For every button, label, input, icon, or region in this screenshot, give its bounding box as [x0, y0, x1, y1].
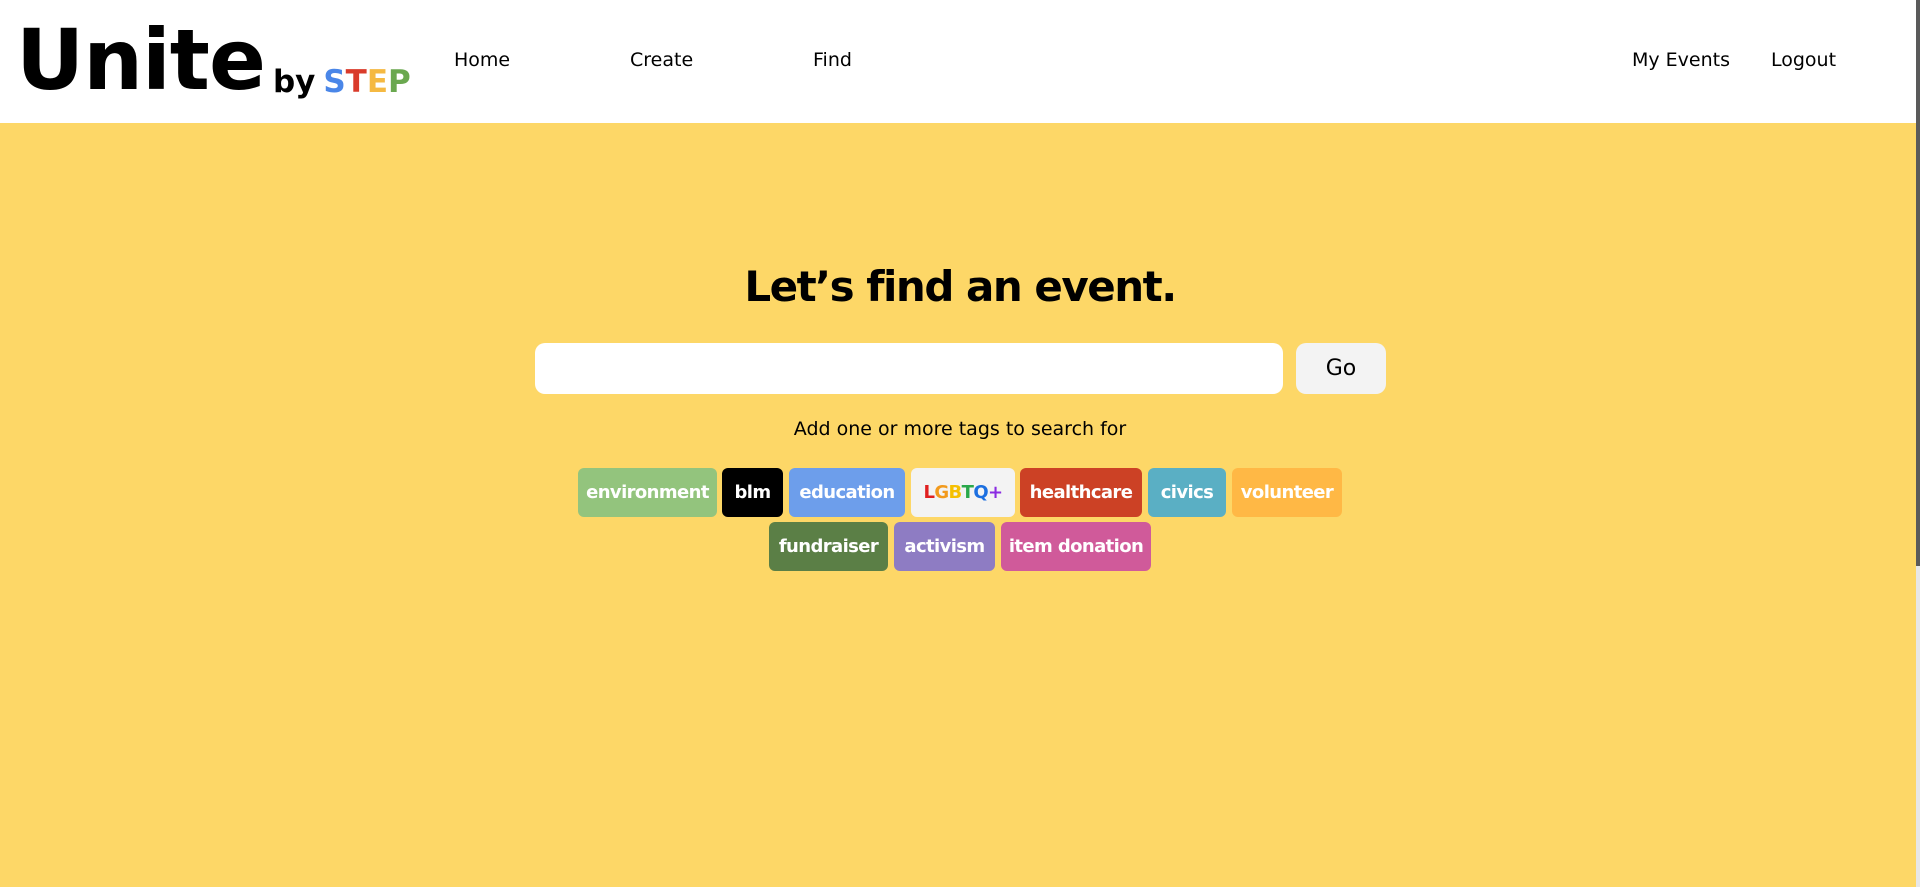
logo[interactable]: Unite by STEP	[16, 12, 411, 102]
tag-fundraiser[interactable]: fundraiser	[769, 522, 888, 571]
logo-wordmark: Unite	[16, 11, 266, 109]
logo-by: by	[272, 64, 316, 100]
tag-healthcare[interactable]: healthcare	[1020, 468, 1142, 517]
logo-step-e: E	[366, 64, 389, 100]
logo-step-p: P	[388, 64, 411, 100]
tag-civics[interactable]: civics	[1148, 468, 1226, 517]
lgbt-letter-b: B	[948, 482, 963, 503]
tag-lgbtq[interactable]: L G B T Q +	[911, 468, 1015, 517]
nav-my-events[interactable]: My Events	[1632, 49, 1730, 71]
nav-home[interactable]: Home	[454, 49, 510, 71]
tag-activism[interactable]: activism	[894, 522, 995, 571]
page: Unite by STEP Home Create Find My Events…	[0, 0, 1920, 887]
tag-item-donation[interactable]: item donation	[1001, 522, 1151, 571]
lgbt-letter-g: G	[934, 482, 949, 503]
scrollbar[interactable]	[1916, 0, 1920, 887]
tag-blm[interactable]: blm	[722, 468, 783, 517]
nav-create[interactable]: Create	[630, 49, 693, 71]
helper-text: Add one or more tags to search for	[793, 418, 1127, 440]
lgbt-letter-plus: +	[988, 482, 1003, 503]
nav-logout[interactable]: Logout	[1771, 49, 1836, 71]
search-input[interactable]	[535, 343, 1283, 394]
lgbt-letter-l: L	[923, 482, 935, 503]
tag-education[interactable]: education	[789, 468, 905, 517]
lgbt-letter-t: T	[961, 482, 974, 503]
tag-environment[interactable]: environment	[578, 468, 717, 517]
logo-step: STEP	[323, 67, 410, 98]
tag-volunteer[interactable]: volunteer	[1232, 468, 1342, 517]
header: Unite by STEP Home Create Find My Events…	[0, 0, 1916, 123]
page-title: Let’s find an event.	[744, 262, 1177, 311]
logo-step-s: S	[323, 64, 346, 100]
logo-step-t: T	[345, 64, 367, 100]
go-button[interactable]: Go	[1296, 343, 1386, 394]
nav-find[interactable]: Find	[813, 49, 852, 71]
lgbt-letter-q: Q	[973, 482, 989, 503]
